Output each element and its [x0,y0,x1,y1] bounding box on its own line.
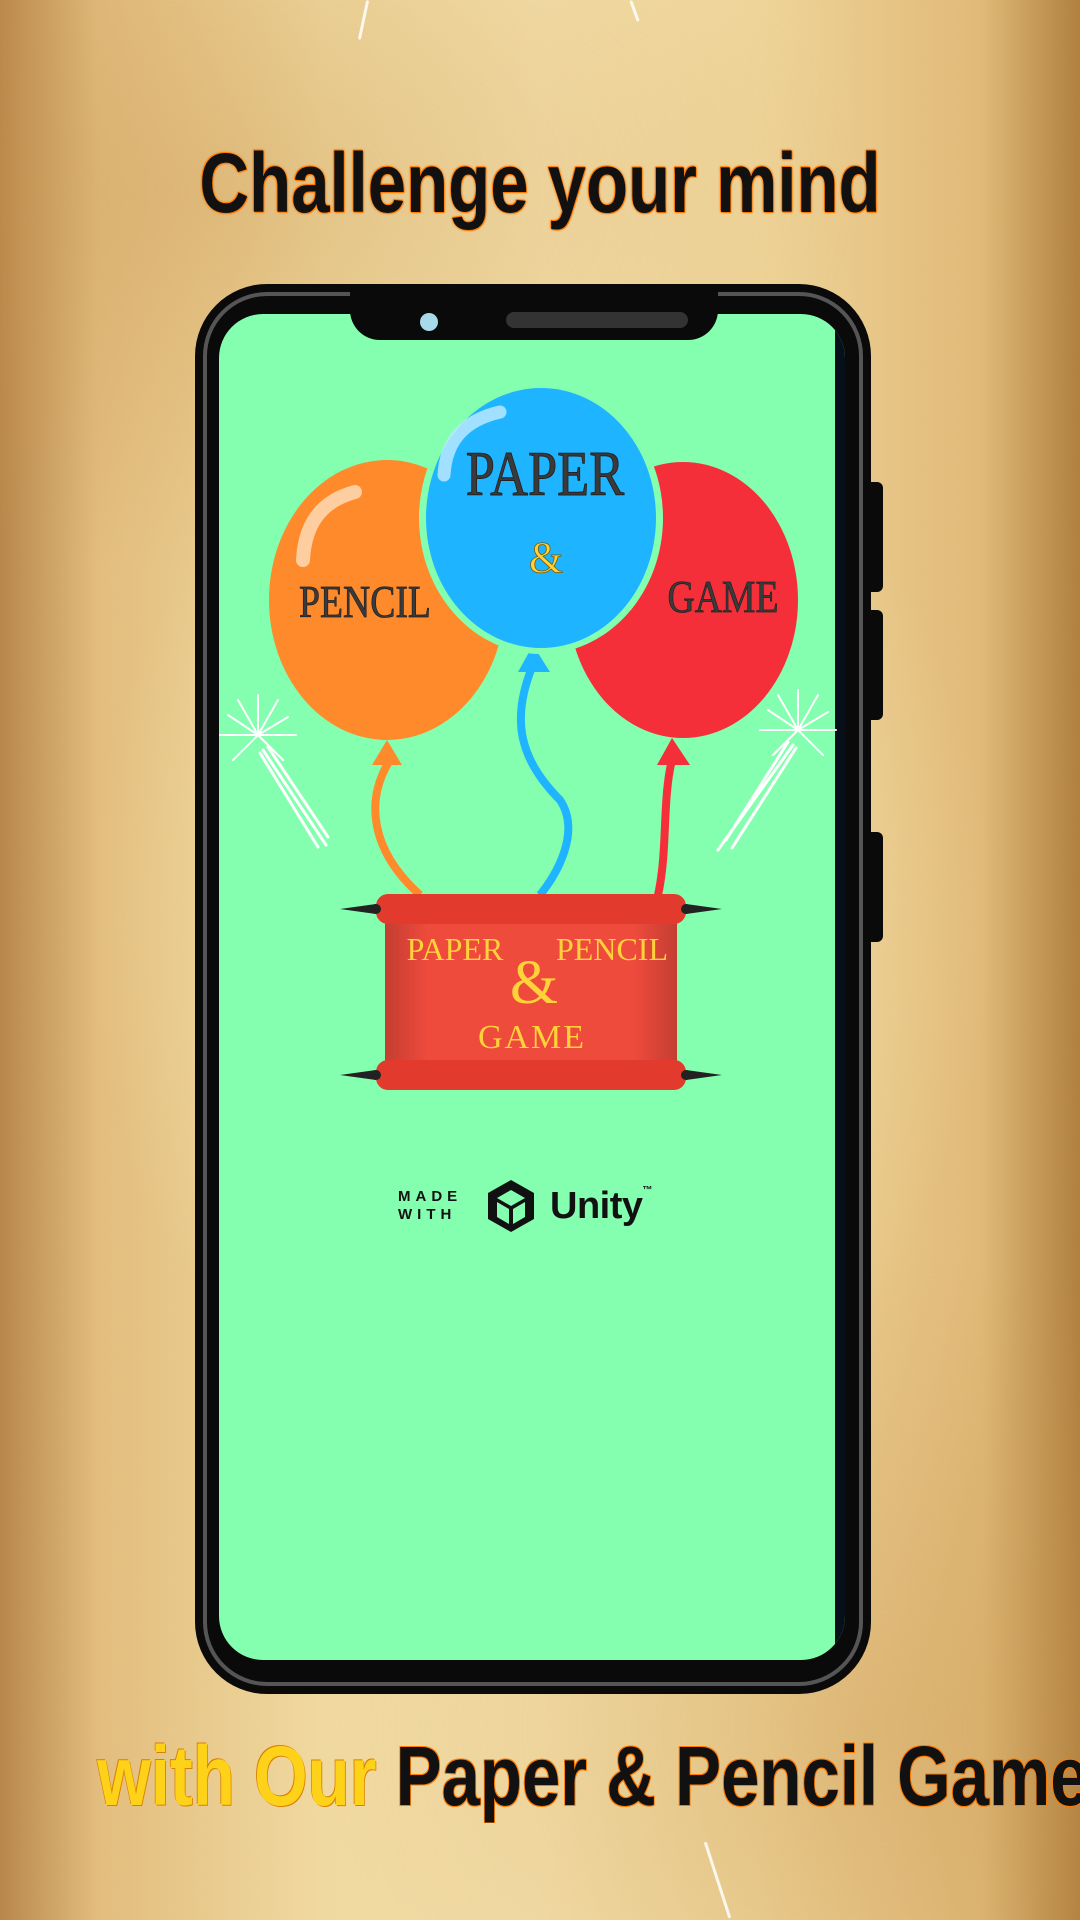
scroll-amp: & [510,949,558,1017]
balloon-left-label: PENCIL [299,578,431,628]
headline-bottom-highlight: with Our [97,1729,377,1823]
balloon-center-amp: & [529,533,563,582]
balloon-center-label: PAPER [466,438,624,509]
made-with-label: MADE WITH [398,1188,463,1223]
balloon-string-center [516,663,573,898]
scroll-word-right: PENCIL [556,931,668,967]
made-with-unity-badge: MADE WITH Unity™ [398,1176,652,1236]
unity-cube-icon [488,1180,534,1232]
headline-bottom-main: Paper & Pencil Game [395,1729,1080,1823]
balloon-right-label: GAME [667,573,778,623]
scroll-word-left: PAPER [407,931,504,967]
unity-trademark: ™ [642,1184,653,1196]
headline-bottom: with Our Paper & Pencil Game [97,1728,1080,1825]
balloon-string-left [371,757,423,898]
unity-brand-text: Unity [550,1184,643,1227]
balloon-string-right [654,759,676,896]
game-logo-art: PENCIL PAPER & GAME PAPER PENCIL & GAME [219,382,837,1090]
scroll-word-bottom: GAME [478,1019,586,1056]
unity-brand-label: Unity™ [550,1185,652,1228]
